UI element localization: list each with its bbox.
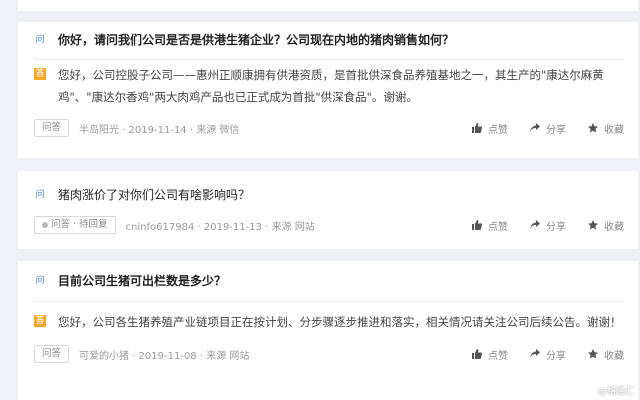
meta-row: 问答 半岛阳光 · 2019-11-14 · 来源 微信 点赞 分享 收藏 xyxy=(18,116,638,140)
collect-button[interactable]: 收藏 xyxy=(588,347,624,362)
question-text[interactable]: 猪肉涨价了对你们公司有啥影响吗？ xyxy=(58,185,250,205)
answer-row: 答 您好，公司控股子公司——惠州正顺康拥有供港资质，是首批供深食品养殖基地之一，… xyxy=(18,60,638,108)
share-button[interactable]: 分享 xyxy=(530,121,566,136)
answer-row: 答 您好，公司各生猪养殖产业链项目正在按计划、分步骤逐步推进和落实，相关情况请关… xyxy=(18,302,638,333)
question-text[interactable]: 目前公司生猪可出栏数是多少？ xyxy=(58,271,226,291)
qa-tag: 问答 · 待回复 xyxy=(34,216,116,234)
like-label: 点赞 xyxy=(488,124,508,136)
meta-row: 问答 可爱的小猪 · 2019-11-08 · 来源 网站 点赞 分享 收藏 xyxy=(18,342,638,366)
like-button[interactable]: 点赞 xyxy=(472,347,508,362)
meta-info: 半岛阳光 · 2019-11-14 · 来源 微信 xyxy=(79,124,240,136)
qa-card xyxy=(18,0,638,11)
collect-button[interactable]: 收藏 xyxy=(588,121,624,136)
collect-label: 收藏 xyxy=(604,221,624,233)
action-bar: 点赞 分享 收藏 xyxy=(472,121,624,136)
qa-card: 问 猪肉涨价了对你们公司有啥影响吗？ 问答 · 待回复 cninfo617984… xyxy=(18,171,638,249)
like-label: 点赞 xyxy=(488,221,508,233)
qa-tag: 问答 xyxy=(34,119,70,137)
qa-tag-label: 问答 · 待回复 xyxy=(51,219,108,230)
share-icon xyxy=(530,220,540,229)
answer-icon: 答 xyxy=(34,68,46,80)
question-row[interactable]: 问 你好，请问我们公司是否是供港生猪企业？公司现在内地的猪肉销售如何？ xyxy=(18,22,638,50)
collect-label: 收藏 xyxy=(604,124,624,136)
collect-button[interactable]: 收藏 xyxy=(588,218,624,233)
question-icon: 问 xyxy=(35,190,45,200)
share-label: 分享 xyxy=(546,350,566,362)
star-icon xyxy=(588,349,598,359)
question-text[interactable]: 你好，请问我们公司是否是供港生猪企业？公司现在内地的猪肉销售如何？ xyxy=(58,30,454,50)
meta-info: 可爱的小猪 · 2019-11-08 · 来源 网站 xyxy=(79,350,250,362)
answer-icon: 答 xyxy=(34,315,46,327)
collect-label: 收藏 xyxy=(604,350,624,362)
meta-row: 问答 · 待回复 cninfo617984 · 2019-11-13 · 来源 … xyxy=(18,213,638,237)
like-label: 点赞 xyxy=(488,350,508,362)
share-label: 分享 xyxy=(546,124,566,136)
share-icon xyxy=(530,349,540,358)
like-button[interactable]: 点赞 xyxy=(472,218,508,233)
thumbs-up-icon xyxy=(472,220,482,230)
watermark: @格隆汇 xyxy=(597,387,634,397)
meta-info: cninfo617984 · 2019-11-13 · 来源 网站 xyxy=(125,221,315,233)
thumbs-up-icon xyxy=(472,349,482,359)
qa-card: 问 你好，请问我们公司是否是供港生猪企业？公司现在内地的猪肉销售如何？ 答 您好… xyxy=(18,22,638,158)
share-label: 分享 xyxy=(546,221,566,233)
question-row[interactable]: 问 目前公司生猪可出栏数是多少？ xyxy=(18,261,638,291)
question-row[interactable]: 问 猪肉涨价了对你们公司有啥影响吗？ xyxy=(18,171,638,205)
star-icon xyxy=(588,220,598,230)
action-bar: 点赞 分享 收藏 xyxy=(472,218,624,233)
qa-tag: 问答 xyxy=(34,345,70,363)
like-button[interactable]: 点赞 xyxy=(472,121,508,136)
answer-text: 您好，公司各生猪养殖产业链项目正在按计划、分步骤逐步推进和落实，相关情况请关注公… xyxy=(58,315,622,329)
thumbs-up-icon xyxy=(472,123,482,133)
share-button[interactable]: 分享 xyxy=(530,218,566,233)
pending-dot-icon xyxy=(42,221,48,228)
question-icon: 问 xyxy=(35,276,45,286)
qa-card: 问 目前公司生猪可出栏数是多少？ 答 您好，公司各生猪养殖产业链项目正在按计划、… xyxy=(18,261,638,400)
answer-text: 您好，公司控股子公司——惠州正顺康拥有供港资质，是首批供深食品养殖基地之一，其生… xyxy=(58,68,604,104)
share-icon xyxy=(530,123,540,132)
action-bar: 点赞 分享 收藏 xyxy=(472,347,624,362)
star-icon xyxy=(588,123,598,133)
share-button[interactable]: 分享 xyxy=(530,347,566,362)
question-icon: 问 xyxy=(35,35,45,45)
